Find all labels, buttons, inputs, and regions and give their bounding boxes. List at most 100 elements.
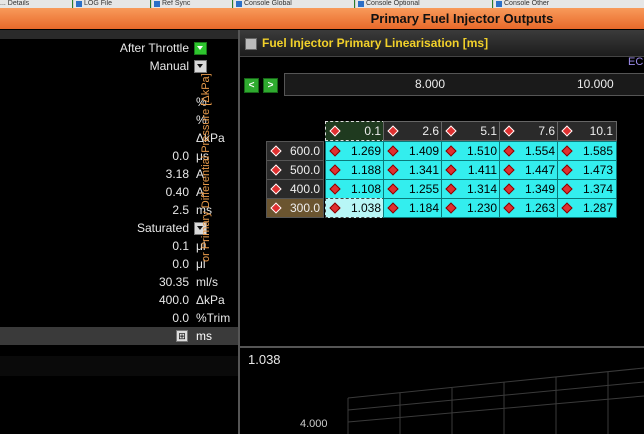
table-title: Fuel Injector Primary Linearisation [ms]	[262, 36, 489, 50]
tab-log-file[interactable]: LOG File	[74, 0, 151, 8]
cell-marker-icon	[503, 183, 515, 195]
breakpoint-marker-icon	[270, 202, 282, 214]
table-cell[interactable]: 1.287	[557, 198, 617, 218]
breakpoint-marker-icon	[270, 164, 282, 176]
table-cell[interactable]: 1.349	[499, 179, 559, 199]
tab-details[interactable]: ... Details	[0, 0, 73, 8]
x-axis-tick: 10.000	[577, 77, 614, 91]
x-axis-scale: 8.000 10.000	[284, 73, 644, 96]
channel-row[interactable]: 400.0 ΔkPa	[0, 291, 238, 309]
dropdown-arrow-icon[interactable]	[194, 60, 207, 73]
cell-marker-icon	[445, 164, 457, 176]
tab-ref-sync[interactable]: Ref Sync	[152, 0, 233, 8]
panel-spacer	[0, 356, 238, 376]
channel-value: 30.35	[158, 275, 189, 289]
tab-console-optional[interactable]: Console Optional	[356, 0, 493, 8]
column-header[interactable]: 7.6	[499, 121, 559, 141]
table-cell[interactable]: 1.269	[325, 141, 385, 161]
top-tab-strip: ... Details LOG File Ref Sync Console Gl…	[0, 0, 644, 8]
table-cell[interactable]: 1.038	[325, 198, 385, 218]
window-title: Primary Fuel Injector Outputs	[370, 11, 554, 26]
cell-marker-icon	[387, 183, 399, 195]
table-cell[interactable]: 1.314	[441, 179, 501, 199]
channel-value: Saturated	[136, 221, 189, 235]
table-cell-value: 1.585	[582, 144, 613, 158]
table-cell-value: 1.349	[524, 182, 555, 196]
column-header-label: 2.6	[422, 124, 439, 138]
column-header-label: 5.1	[480, 124, 497, 138]
row-header[interactable]: 500.0	[266, 160, 324, 180]
table-cell[interactable]: 1.341	[383, 160, 443, 180]
expand-icon[interactable]: ⊞	[176, 330, 188, 342]
channel-unit: ms	[196, 329, 212, 343]
column-header[interactable]: 10.1	[557, 121, 617, 141]
cell-marker-icon	[387, 164, 399, 176]
channel-value: 0.0	[172, 149, 189, 163]
dropdown-arrow-icon[interactable]	[194, 42, 207, 55]
tab-icon	[358, 1, 364, 7]
breakpoint-marker-icon	[445, 125, 457, 137]
channel-row[interactable]: 30.35 ml/s	[0, 273, 238, 291]
row-header-label: 400.0	[289, 182, 320, 196]
table-cell[interactable]: 1.255	[383, 179, 443, 199]
pin-icon[interactable]	[245, 38, 257, 50]
table-cell[interactable]: 1.409	[383, 141, 443, 161]
scroll-left-button[interactable]: <	[244, 78, 259, 93]
table-cell[interactable]: 1.554	[499, 141, 559, 161]
table-cell-value: 1.409	[408, 144, 439, 158]
row-header[interactable]: 300.0	[266, 198, 324, 218]
graph-area: 1.038 4.000	[240, 348, 644, 434]
cell-marker-icon	[503, 164, 515, 176]
tab-console-global[interactable]: Console Global	[234, 0, 355, 8]
tab-icon	[236, 1, 242, 7]
row-header[interactable]: 400.0	[266, 179, 324, 199]
table-cell[interactable]: 1.447	[499, 160, 559, 180]
table-cell[interactable]: 1.411	[441, 160, 501, 180]
tab-console-other[interactable]: Console Other	[494, 0, 644, 8]
cell-marker-icon	[387, 145, 399, 157]
table-panel-header: Fuel Injector Primary Linearisation [ms]	[240, 30, 644, 57]
table-cell[interactable]: 1.230	[441, 198, 501, 218]
scroll-right-button[interactable]: >	[263, 78, 278, 93]
panel-top-band	[0, 30, 238, 39]
column-header[interactable]: 2.6	[383, 121, 443, 141]
cell-marker-icon	[561, 145, 573, 157]
table-cell-value: 1.184	[408, 201, 439, 215]
channel-row[interactable]: ms ⊞	[0, 327, 238, 345]
table-cell[interactable]: 1.263	[499, 198, 559, 218]
table-cell[interactable]: 1.108	[325, 179, 385, 199]
ecu-label: ECU	[628, 56, 644, 68]
table-cell[interactable]: 1.510	[441, 141, 501, 161]
table-cell-value: 1.411	[467, 163, 497, 177]
channel-value: 400.0	[158, 293, 189, 307]
tab-icon	[76, 1, 82, 7]
channel-row[interactable]: 0.0 %Trim	[0, 309, 238, 327]
tab-icon	[496, 1, 502, 7]
y-axis-label: or Primary Differential Pressure [ΔkPa]	[200, 73, 212, 262]
breakpoint-marker-icon	[387, 125, 399, 137]
table-cell[interactable]: 1.585	[557, 141, 617, 161]
cell-marker-icon	[329, 164, 341, 176]
row-header-label: 500.0	[289, 163, 320, 177]
table-cell[interactable]: 1.374	[557, 179, 617, 199]
window-title-bar: Primary Fuel Injector Outputs	[0, 8, 644, 29]
cell-marker-icon	[561, 164, 573, 176]
cell-marker-icon	[329, 183, 341, 195]
channel-row[interactable]: Manual	[0, 57, 238, 75]
table-cell-value: 1.341	[408, 163, 439, 177]
table-cell[interactable]: 1.188	[325, 160, 385, 180]
table-cell-value: 1.255	[408, 182, 439, 196]
linearisation-table-panel: Fuel Injector Primary Linearisation [ms]…	[200, 30, 644, 434]
channel-row[interactable]: After Throttle	[0, 39, 238, 57]
cell-marker-icon	[503, 145, 515, 157]
column-header[interactable]: 5.1	[441, 121, 501, 141]
table-cell-value: 1.269	[350, 144, 381, 158]
cell-marker-icon	[329, 145, 341, 157]
channel-value: 0.0	[172, 311, 189, 325]
column-header[interactable]: 0.1	[325, 121, 385, 141]
tab-icon	[154, 1, 160, 7]
table-cell[interactable]: 1.473	[557, 160, 617, 180]
table-cell[interactable]: 1.184	[383, 198, 443, 218]
row-header[interactable]: 600.0	[266, 141, 324, 161]
row-header-label: 300.0	[289, 201, 320, 215]
